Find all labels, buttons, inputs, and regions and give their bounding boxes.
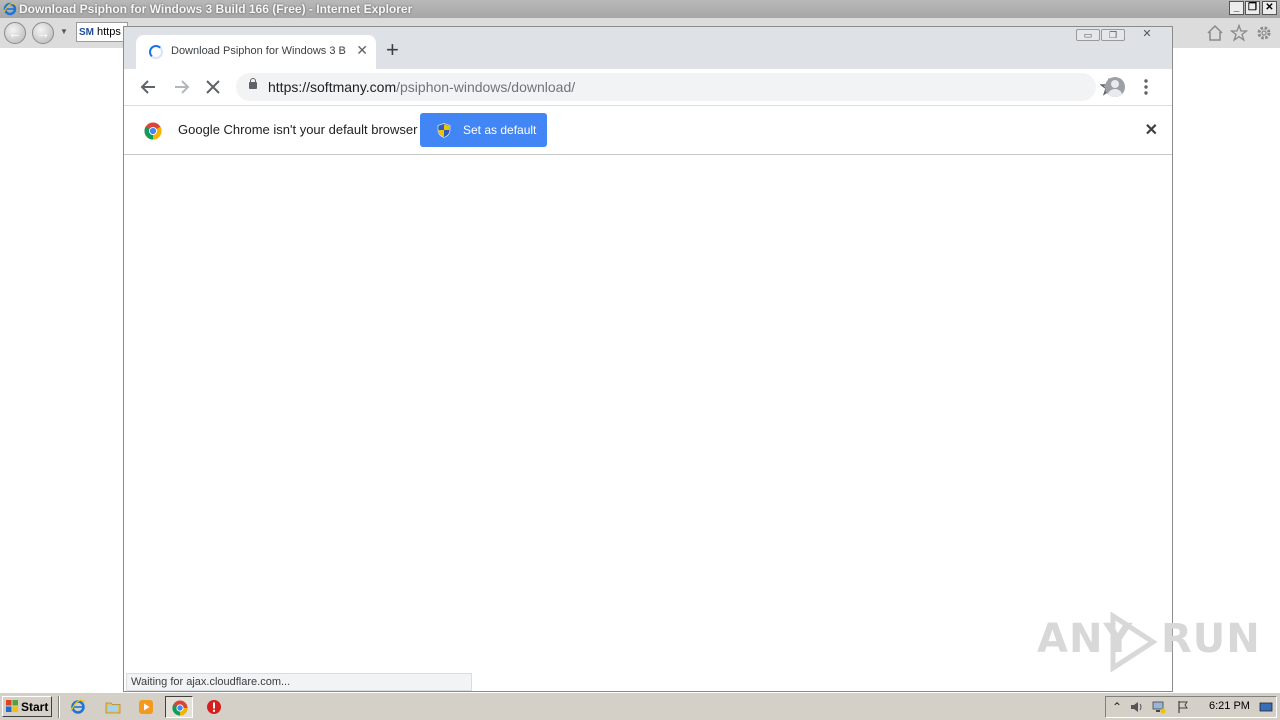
watermark-right-text: RUN: [1161, 616, 1261, 662]
stop-loading-icon[interactable]: [203, 77, 223, 97]
set-as-default-label: Set as default: [463, 123, 537, 137]
show-hidden-icons-icon[interactable]: ⌃: [1110, 700, 1124, 714]
url-host: https://softmany.com: [268, 79, 397, 95]
ie-minimize-button[interactable]: _: [1229, 1, 1244, 15]
default-browser-infobar: Google Chrome isn't your default browser…: [124, 105, 1172, 155]
chrome-minimize-button[interactable]: ▭: [1076, 29, 1100, 41]
chrome-window: Download Psiphon for Windows 3 Bu ✕ + ▭ …: [123, 26, 1173, 692]
ie-forward-button[interactable]: →: [32, 22, 54, 44]
stop-icon: [207, 700, 221, 714]
favorites-star-icon[interactable]: [1230, 24, 1248, 42]
chrome-close-button[interactable]: ✕: [1126, 29, 1168, 41]
lock-icon[interactable]: [249, 78, 257, 89]
profile-avatar-icon[interactable]: [1105, 77, 1125, 97]
taskbar-separator: [58, 696, 60, 718]
loading-spinner-icon: [149, 45, 163, 59]
chrome-logo-icon: [144, 122, 162, 140]
chrome-maximize-button[interactable]: ❐: [1101, 29, 1125, 41]
tab-title: Download Psiphon for Windows 3 Bu: [171, 45, 346, 57]
status-bubble: Waiting for ajax.cloudflare.com...: [126, 673, 472, 691]
menu-dots-icon[interactable]: [1140, 77, 1152, 97]
taskbar-media-player-button[interactable]: [132, 696, 160, 718]
ie-address-bar[interactable]: SM https: [76, 22, 128, 42]
url-text[interactable]: https://softmany.com/psiphon-windows/dow…: [268, 79, 575, 95]
taskbar-ie-button[interactable]: [64, 696, 92, 718]
ie-close-button[interactable]: ✕: [1262, 1, 1277, 15]
ie-icon: [70, 699, 86, 714]
ie-page-area-left: [0, 48, 123, 692]
ie-back-button[interactable]: ←: [4, 22, 26, 44]
set-as-default-button[interactable]: Set as default: [420, 113, 547, 147]
infobar-close-icon[interactable]: ✕: [1145, 120, 1158, 140]
taskbar-chrome-button[interactable]: [165, 696, 193, 718]
infobar-message: Google Chrome isn't your default browser: [178, 122, 418, 137]
folder-icon: [105, 702, 121, 714]
tab-close-icon[interactable]: ✕: [356, 42, 368, 59]
system-tray: ⌃ 6:21 PM: [1105, 696, 1277, 718]
ie-logo-icon: [3, 2, 17, 16]
ie-titlebar: Download Psiphon for Windows 3 Build 166…: [0, 0, 1280, 18]
ie-restore-button[interactable]: ❐: [1245, 1, 1260, 15]
ie-window-title: Download Psiphon for Windows 3 Build 166…: [19, 2, 413, 16]
network-icon[interactable]: [1152, 700, 1166, 714]
ie-history-dropdown-icon[interactable]: ▼: [60, 27, 68, 36]
omnibox[interactable]: https://softmany.com/psiphon-windows/dow…: [236, 73, 1118, 101]
chrome-icon: [172, 700, 188, 716]
back-arrow-icon[interactable]: [139, 77, 159, 97]
home-icon[interactable]: [1206, 24, 1224, 42]
watermark-play-icon: [1110, 612, 1158, 672]
chrome-tab-active[interactable]: Download Psiphon for Windows 3 Bu ✕: [136, 35, 376, 69]
forward-arrow-icon[interactable]: [171, 77, 191, 97]
action-center-flag-icon[interactable]: [1176, 700, 1190, 714]
taskbar-explorer-button[interactable]: [99, 696, 127, 718]
gear-icon[interactable]: [1255, 24, 1273, 42]
chrome-toolbar: https://softmany.com/psiphon-windows/dow…: [124, 69, 1172, 105]
taskbar: Start ⌃ 6:21 PM: [0, 692, 1280, 720]
taskbar-stop-button[interactable]: [200, 696, 228, 718]
ie-page-area-right: [1172, 48, 1280, 692]
windows-flag-icon: [6, 700, 18, 712]
media-player-icon: [139, 700, 153, 714]
chrome-tabstrip: Download Psiphon for Windows 3 Bu ✕ + ▭ …: [124, 27, 1172, 69]
anyrun-watermark: ANY RUN: [1037, 612, 1260, 672]
start-button[interactable]: Start: [2, 696, 52, 717]
site-favicon-icon: SM: [79, 27, 94, 38]
uac-shield-icon: [437, 123, 451, 138]
clock[interactable]: 6:21 PM: [1209, 700, 1250, 712]
new-tab-button[interactable]: +: [386, 39, 399, 61]
url-path: /psiphon-windows/download/: [396, 79, 576, 95]
start-label: Start: [21, 700, 49, 714]
ie-address-text: https: [97, 26, 121, 38]
page-content: [124, 155, 1172, 691]
volume-icon[interactable]: [1130, 700, 1144, 714]
show-desktop-icon[interactable]: [1259, 700, 1273, 714]
